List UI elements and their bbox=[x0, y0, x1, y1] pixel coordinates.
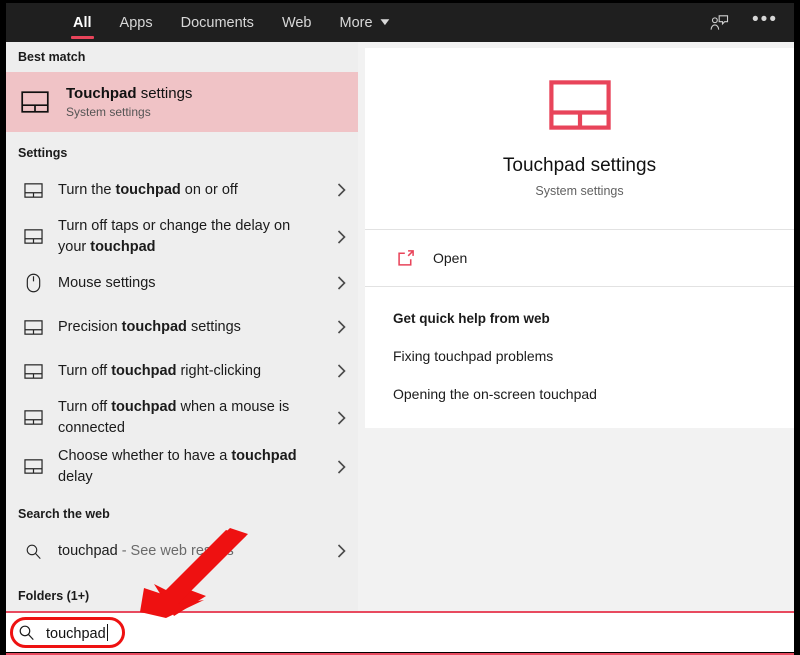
touchpad-icon bbox=[18, 410, 48, 425]
chevron-right-icon[interactable] bbox=[324, 410, 358, 426]
settings-result-item-label: Choose whether to have a touchpad delay bbox=[58, 446, 324, 487]
best-match-title-rest: settings bbox=[137, 85, 193, 102]
best-match-result[interactable]: Touchpad settings System settings bbox=[6, 72, 358, 132]
preview-pane: Touchpad settings System settings Open G… bbox=[358, 42, 794, 613]
quick-help-section: Get quick help from web Fixing touchpad … bbox=[365, 287, 794, 428]
tab-more-label: More bbox=[340, 15, 373, 31]
search-bar[interactable]: touchpad bbox=[6, 613, 794, 652]
search-filter-tabs: All Apps Documents Web More ▼ bbox=[59, 3, 403, 42]
settings-result-item-label: Mouse settings bbox=[58, 273, 324, 294]
settings-result-item-label: Turn off touchpad right-clicking bbox=[58, 361, 324, 382]
settings-heading: Settings bbox=[6, 138, 358, 168]
settings-result-item[interactable]: Turn off touchpad right-clicking bbox=[6, 349, 358, 393]
tab-all-label: All bbox=[73, 15, 92, 31]
folders-heading: Folders (1+) bbox=[6, 581, 358, 611]
settings-result-item-label: Precision touchpad settings bbox=[58, 317, 324, 338]
tab-active-underline bbox=[71, 36, 94, 39]
best-match-heading: Best match bbox=[6, 42, 358, 72]
tab-apps-label: Apps bbox=[120, 15, 153, 31]
header-actions: ••• bbox=[704, 8, 794, 38]
settings-result-item[interactable]: Turn off taps or change the delay on you… bbox=[6, 212, 358, 261]
tab-more[interactable]: More ▼ bbox=[326, 3, 404, 42]
mouse-icon bbox=[18, 273, 48, 293]
best-match-title: Touchpad settings bbox=[66, 85, 192, 104]
touchpad-icon bbox=[18, 183, 48, 198]
web-result-item-label: touchpad - See web results bbox=[58, 541, 324, 562]
tab-web[interactable]: Web bbox=[268, 3, 326, 42]
settings-result-item[interactable]: Turn the touchpad on or off bbox=[6, 168, 358, 212]
open-button[interactable]: Open bbox=[365, 230, 794, 286]
best-match-subtitle: System settings bbox=[66, 105, 192, 119]
quick-help-links: Fixing touchpad problems Opening the on-s… bbox=[393, 348, 794, 402]
tab-apps[interactable]: Apps bbox=[106, 3, 167, 42]
open-external-icon bbox=[393, 248, 419, 268]
preview-hero: Touchpad settings System settings bbox=[365, 48, 794, 229]
search-web-heading: Search the web bbox=[6, 499, 358, 529]
best-match-title-bold: Touchpad bbox=[66, 85, 137, 102]
windows-search-panel: All Apps Documents Web More ▼ bbox=[0, 0, 800, 655]
search-header: All Apps Documents Web More ▼ bbox=[6, 3, 794, 42]
chevron-right-icon[interactable] bbox=[324, 182, 358, 198]
frame-border-right bbox=[794, 0, 800, 655]
tab-documents-label: Documents bbox=[181, 15, 254, 31]
quick-help-link[interactable]: Fixing touchpad problems bbox=[393, 348, 794, 364]
touchpad-icon bbox=[18, 364, 48, 379]
tab-all[interactable]: All bbox=[59, 3, 106, 42]
search-input[interactable]: touchpad bbox=[46, 624, 108, 642]
quick-help-link[interactable]: Opening the on-screen touchpad bbox=[393, 386, 794, 402]
touchpad-icon bbox=[18, 320, 48, 335]
settings-result-item-label: Turn off taps or change the delay on you… bbox=[58, 216, 324, 257]
web-result-item[interactable]: touchpad - See web results bbox=[6, 529, 358, 573]
web-results-list: touchpad - See web results bbox=[6, 529, 358, 573]
search-icon bbox=[6, 624, 46, 641]
settings-result-item-label: Turn off touchpad when a mouse is connec… bbox=[58, 397, 324, 438]
best-match-text: Touchpad settings System settings bbox=[66, 85, 192, 120]
touchpad-icon bbox=[18, 459, 48, 474]
open-label: Open bbox=[433, 250, 467, 266]
settings-result-item[interactable]: Choose whether to have a touchpad delay bbox=[6, 442, 358, 491]
tab-web-label: Web bbox=[282, 15, 312, 31]
settings-result-item[interactable]: Precision touchpad settings bbox=[6, 305, 358, 349]
text-cursor bbox=[107, 624, 108, 641]
feedback-icon[interactable] bbox=[704, 8, 734, 38]
chevron-right-icon[interactable] bbox=[324, 275, 358, 291]
touchpad-icon bbox=[18, 229, 48, 244]
chevron-right-icon[interactable] bbox=[324, 459, 358, 475]
preview-card: Touchpad settings System settings Open G… bbox=[365, 48, 794, 428]
chevron-right-icon[interactable] bbox=[324, 363, 358, 379]
chevron-right-icon[interactable] bbox=[324, 319, 358, 335]
touchpad-icon bbox=[18, 91, 52, 113]
more-options-icon[interactable]: ••• bbox=[752, 10, 778, 35]
chevron-right-icon[interactable] bbox=[324, 229, 358, 245]
settings-result-item[interactable]: Turn off touchpad when a mouse is connec… bbox=[6, 393, 358, 442]
chevron-right-icon[interactable] bbox=[324, 543, 358, 559]
tab-documents[interactable]: Documents bbox=[167, 3, 268, 42]
settings-result-item[interactable]: Mouse settings bbox=[6, 261, 358, 305]
preview-subtitle: System settings bbox=[535, 184, 623, 198]
search-icon bbox=[18, 543, 48, 560]
touchpad-icon-large bbox=[549, 80, 611, 135]
settings-results-list: Turn the touchpad on or off Turn off taps… bbox=[6, 168, 358, 491]
chevron-down-icon: ▼ bbox=[377, 18, 392, 28]
results-list-pane: Best match Touchpad settings System sett… bbox=[6, 42, 358, 613]
quick-help-title: Get quick help from web bbox=[393, 311, 794, 326]
search-input-value: touchpad bbox=[46, 626, 106, 642]
settings-result-item-label: Turn the touchpad on or off bbox=[58, 180, 324, 201]
preview-title: Touchpad settings bbox=[503, 155, 656, 177]
